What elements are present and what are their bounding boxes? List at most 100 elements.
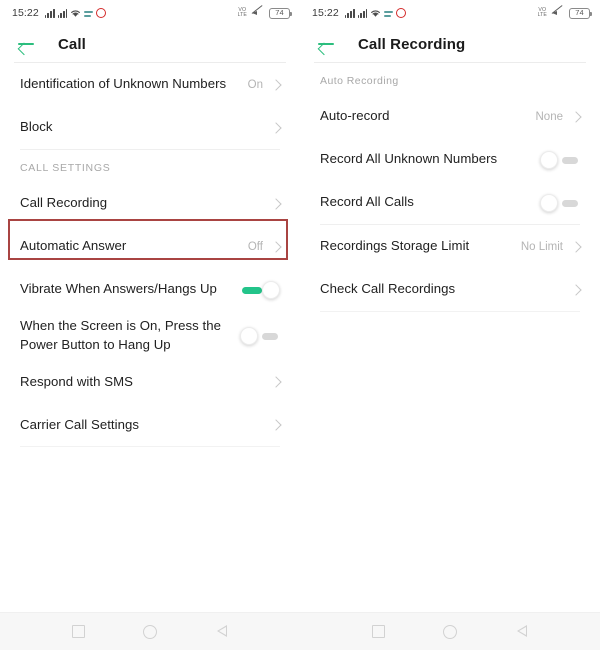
nav-group-right	[300, 613, 600, 650]
signal-bars-sim2-icon	[57, 8, 68, 18]
row-label: Carrier Call Settings	[20, 416, 140, 432]
section-header-auto-recording: Auto Recording	[320, 75, 399, 87]
row-label: Recordings Storage Limit	[320, 238, 470, 254]
toggle-track	[562, 199, 578, 207]
toggle-vibrate-when-answers-hangs-up[interactable]	[240, 280, 280, 300]
row-label: Automatic Answer	[20, 238, 127, 254]
row-power-button-to-hang-up[interactable]: When the Screen is On, Press the Power B…	[0, 311, 300, 360]
opera-icon	[396, 8, 407, 18]
battery-level-label: 74	[575, 8, 584, 18]
chevron-right-icon	[270, 121, 282, 134]
row-label: When the Screen is On, Press the Power B…	[20, 318, 221, 352]
row-label: Auto-record	[320, 108, 390, 124]
signal-bars-sim1-icon	[344, 8, 355, 18]
row-call-recording[interactable]: Call Recording	[0, 182, 300, 225]
row-label: Call Recording	[20, 195, 108, 211]
row-block[interactable]: Block	[0, 106, 300, 149]
signal-bars-sim2-icon	[357, 8, 368, 18]
row-value: None	[535, 110, 564, 123]
row-label: Identification of Unknown Numbers	[20, 76, 227, 92]
row-record-all-unknown-numbers[interactable]: Record All Unknown Numbers	[300, 138, 600, 181]
page-title: Call Recording	[358, 35, 466, 53]
settings-list-left: Identification of Unknown Numbers On Blo…	[0, 63, 300, 448]
battery-level-label: 74	[275, 8, 284, 18]
row-respond-with-sms[interactable]: Respond with SMS	[0, 360, 300, 403]
row-check-call-recordings[interactable]: Check Call Recordings	[300, 268, 600, 311]
toggle-knob	[540, 150, 558, 169]
home-circle-icon[interactable]	[139, 621, 161, 643]
toggle-track	[242, 286, 262, 294]
toggle-knob	[540, 193, 558, 212]
volte-icon: VO LTE	[537, 7, 547, 18]
nav-group-left	[0, 613, 300, 650]
list-divider-bottom	[320, 311, 580, 312]
opera-icon	[96, 8, 107, 18]
status-bar-right-group: VO LTE 74	[237, 4, 292, 19]
page-title: Call	[58, 35, 86, 53]
chevron-right-icon	[570, 240, 582, 253]
status-bar-left-group: 15:22	[12, 7, 107, 19]
row-value: Off	[247, 240, 263, 253]
section-header-call-settings: CALL SETTINGS	[20, 162, 111, 174]
toggle-power-button-to-hang-up[interactable]	[240, 326, 280, 346]
chevron-right-icon	[270, 419, 282, 431]
list-divider-bottom	[20, 446, 280, 448]
toggle-knob	[262, 280, 280, 299]
status-bar-left-group: 15:22	[312, 7, 407, 19]
row-record-all-calls[interactable]: Record All Calls	[300, 181, 600, 224]
system-navigation-bar	[0, 612, 600, 650]
wifi-icon	[370, 9, 381, 18]
row-recordings-storage-limit[interactable]: Recordings Storage Limit No Limit	[300, 225, 600, 268]
toggle-track	[562, 156, 578, 164]
volte-icon: VO LTE	[237, 7, 247, 18]
row-auto-record[interactable]: Auto-record None	[300, 95, 600, 138]
signal-bars-sim1-icon	[44, 8, 55, 18]
status-clock: 15:22	[12, 7, 39, 19]
row-value: No Limit	[520, 240, 563, 253]
appbar-right: Call Recording	[300, 26, 600, 62]
row-automatic-answer[interactable]: Automatic Answer Off	[0, 225, 300, 268]
chevron-right-icon	[270, 78, 282, 91]
right-panel-call-recording: 15:22 VO LTE 74 Call Recording Auto Reco…	[300, 0, 600, 612]
back-triangle-icon[interactable]	[211, 621, 233, 643]
status-clock: 15:22	[312, 7, 339, 19]
status-bar-right: 15:22 VO LTE 74	[300, 0, 600, 26]
row-carrier-call-settings[interactable]: Carrier Call Settings	[0, 403, 300, 446]
dual-screenshot-container: 15:22 VO LTE 74 Call Identification of U…	[0, 0, 600, 612]
battery-icon: 74	[569, 7, 592, 19]
status-bar-left: 15:22 VO LTE 74	[0, 0, 300, 26]
row-value: On	[247, 78, 263, 91]
battery-icon: 74	[269, 7, 292, 19]
back-arrow-icon[interactable]	[316, 34, 336, 54]
toggle-knob	[240, 326, 258, 345]
appbar-left: Call	[0, 26, 300, 62]
row-identification-of-unknown-numbers[interactable]: Identification of Unknown Numbers On	[0, 63, 300, 106]
mute-icon	[551, 4, 564, 19]
row-label: Record All Calls	[320, 194, 414, 210]
chevron-right-icon	[570, 110, 582, 123]
toggle-record-all-calls[interactable]	[540, 193, 580, 213]
settings-list-right: Auto Recording Auto-record None Record A…	[300, 63, 600, 312]
wifi-icon	[70, 9, 81, 18]
left-panel-call-settings: 15:22 VO LTE 74 Call Identification of U…	[0, 0, 300, 612]
chevron-right-icon	[570, 283, 582, 296]
row-label: Vibrate When Answers/Hangs Up	[20, 281, 217, 297]
row-label: Record All Unknown Numbers	[320, 151, 498, 167]
sync-icon	[84, 9, 94, 18]
row-label: Block	[20, 119, 53, 135]
home-circle-icon[interactable]	[439, 621, 461, 643]
status-bar-right-group: VO LTE 74	[537, 4, 592, 19]
row-label: Check Call Recordings	[320, 281, 456, 297]
toggle-record-all-unknown-numbers[interactable]	[540, 150, 580, 170]
recents-square-icon[interactable]	[367, 621, 389, 643]
toggle-track	[262, 332, 278, 340]
chevron-right-icon	[270, 376, 282, 388]
chevron-right-icon	[270, 197, 282, 210]
back-triangle-icon[interactable]	[511, 621, 533, 643]
sync-icon	[384, 9, 394, 18]
row-label: Respond with SMS	[20, 373, 133, 389]
chevron-right-icon	[270, 240, 282, 253]
recents-square-icon[interactable]	[67, 621, 89, 643]
back-arrow-icon[interactable]	[16, 34, 36, 54]
row-vibrate-when-answers-hangs-up[interactable]: Vibrate When Answers/Hangs Up	[0, 268, 300, 311]
